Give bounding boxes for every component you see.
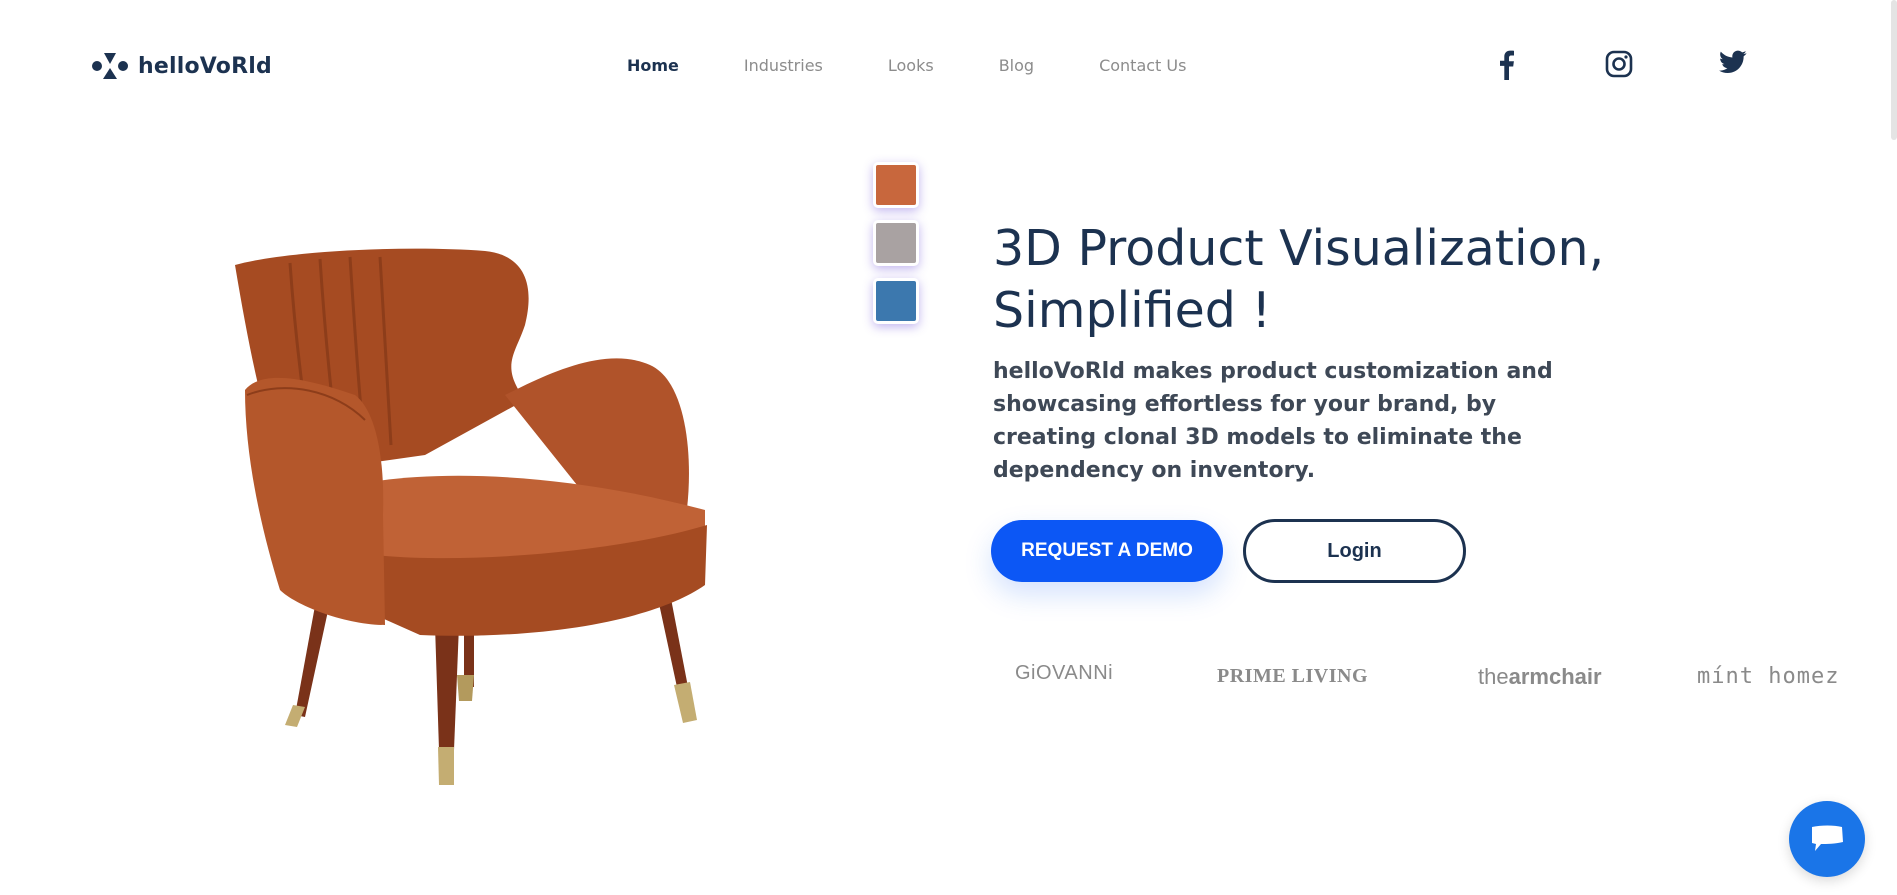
brand-logo[interactable]: helloVoRld [92, 52, 272, 80]
nav-looks[interactable]: Looks [888, 56, 934, 75]
twitter-icon [1719, 50, 1747, 74]
hero-description: helloVoRld makes product customization a… [993, 359, 1553, 483]
facebook-link[interactable] [1497, 50, 1515, 80]
partner-mint-homez: mínt homez [1697, 664, 1840, 689]
partner-prime-living: PRIME LIVING [1217, 665, 1369, 687]
nav-blog[interactable]: Blog [999, 56, 1034, 75]
instagram-link[interactable] [1605, 50, 1633, 78]
swatch-terracotta[interactable] [873, 162, 919, 208]
brand-name: helloVoRld [138, 53, 272, 79]
partner-the-armchair-prefix: the [1478, 664, 1509, 689]
swatch-blue[interactable] [873, 278, 919, 324]
chat-button[interactable] [1789, 801, 1865, 877]
nav-contact-us[interactable]: Contact Us [1099, 56, 1186, 75]
chat-icon [1812, 825, 1843, 851]
hero-title-line2: Simplified ! [993, 282, 1272, 339]
nav-home[interactable]: Home [627, 56, 679, 75]
color-swatches [873, 162, 919, 324]
partner-giovanni: GiOVANNi [1015, 662, 1114, 684]
facebook-icon [1500, 50, 1514, 80]
partner-the-armchair-bold: armchair [1508, 664, 1602, 689]
hero-title: 3D Product Visualization, Simplified ! [993, 218, 1693, 342]
request-demo-button[interactable]: REQUEST A DEMO [991, 520, 1223, 582]
nav-industries[interactable]: Industries [744, 56, 823, 75]
login-button[interactable]: Login [1243, 519, 1466, 583]
product-chair-image [235, 248, 707, 785]
hero-title-line1: 3D Product Visualization, [993, 220, 1605, 277]
main-nav: Home Industries Looks Blog Contact Us [627, 56, 1251, 75]
twitter-link[interactable] [1719, 50, 1747, 76]
instagram-icon [1605, 50, 1633, 78]
page-scrollbar[interactable] [1891, 0, 1897, 140]
logo-icon [92, 53, 128, 79]
swatch-grey[interactable] [873, 220, 919, 266]
partner-the-armchair: thearmchair [1478, 664, 1602, 690]
